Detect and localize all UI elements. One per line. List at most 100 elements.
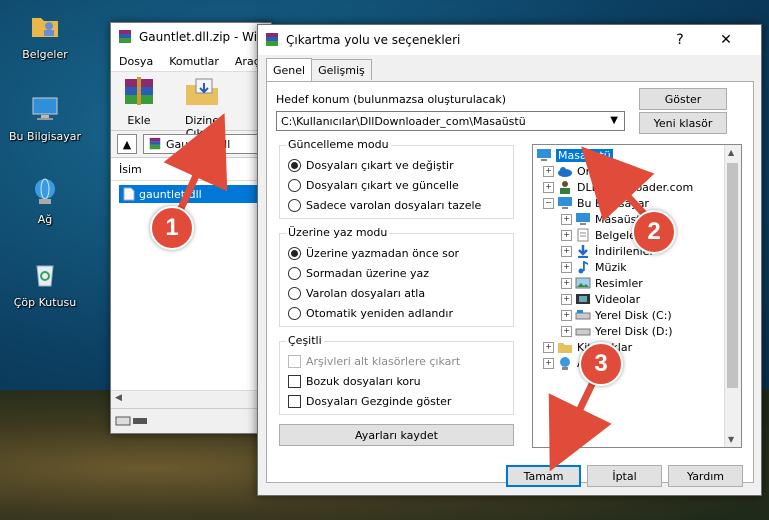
annotation-badge-2: 2 [632, 210, 676, 254]
books-stack-icon [125, 77, 153, 105]
video-icon [576, 294, 590, 304]
winrar-titlebar[interactable]: Gauntlet.dll.zip - Win [111, 23, 271, 51]
tree-item-desktop-root[interactable]: Masaüstü [536, 147, 613, 163]
update-mode-group: Güncelleme modu Dosyaları çıkart ve deği… [279, 138, 514, 219]
ok-button[interactable]: Tamam [506, 465, 581, 487]
network-globe-icon [35, 178, 55, 204]
drive-icon [575, 328, 591, 336]
computer-icon [558, 197, 572, 209]
desktop-icon-recycle-bin[interactable]: Çöp Kutusu [0, 258, 90, 309]
column-name-header[interactable]: İsim [119, 163, 142, 176]
archive-path-text: Gauntlet.dll [166, 137, 231, 151]
desktop-icon-label: Ağ [37, 213, 53, 226]
tab-general[interactable]: Genel [266, 58, 313, 81]
tree-item-onedrive[interactable]: + OneDrive [543, 163, 629, 179]
scroll-up-icon[interactable]: ▲ [728, 148, 734, 157]
chevron-down-icon[interactable]: ▼ [610, 115, 618, 126]
menu-file[interactable]: Dosya [111, 55, 161, 68]
music-icon [578, 261, 588, 274]
tab-advanced[interactable]: Gelişmiş [311, 59, 372, 80]
new-folder-button[interactable]: Yeni klasör [639, 112, 727, 134]
dialog-tabs: Genel Gelişmiş [266, 58, 372, 81]
winrar-statusbar [111, 408, 275, 433]
misc-option-keep-broken[interactable]: Bozuk dosyaları koru [288, 375, 421, 388]
tree-item-pictures[interactable]: + Resimler [561, 275, 643, 291]
desktop-icon-documents[interactable]: Belgeler [0, 10, 90, 61]
close-button[interactable]: ✕ [704, 25, 748, 55]
annotation-badge-1: 1 [150, 206, 194, 250]
file-row-selected[interactable]: gauntlet.dll [119, 185, 263, 203]
scroll-left-icon[interactable]: ◀ [115, 393, 122, 403]
option-label: Üzerine yazmadan önce sor [306, 247, 460, 260]
radio[interactable] [288, 267, 301, 280]
file-name: gauntlet.dll [139, 187, 202, 201]
extract-to-button[interactable]: Dizine Çıkart [167, 72, 237, 140]
tree-item-documents[interactable]: + Belgeler [561, 227, 640, 243]
documents-icon [577, 228, 589, 242]
help-title-button[interactable]: ? [658, 25, 702, 55]
radio[interactable] [288, 199, 301, 212]
overwrite-option-skip[interactable]: Varolan dosyaları atla [288, 287, 425, 300]
option-label: Dosyaları Gezginde göster [306, 395, 452, 408]
tree-item-drive-d[interactable]: + Yerel Disk (D:) [561, 323, 673, 339]
overwrite-option-rename[interactable]: Otomatik yeniden adlandır [288, 307, 453, 320]
network-icon [560, 357, 570, 370]
misc-title: Çeşitli [286, 334, 324, 347]
file-icon [123, 187, 135, 201]
file-list-hscroll[interactable]: ◀ [111, 390, 271, 407]
up-folder-button[interactable]: ▲ [117, 134, 137, 154]
show-button[interactable]: Göster [639, 88, 727, 110]
help-button[interactable]: Yardım [668, 465, 743, 487]
scroll-down-icon[interactable]: ▼ [728, 435, 734, 444]
close-icon: ✕ [720, 32, 732, 48]
winrar-toolbar: Ekle Dizine Çıkart [111, 72, 271, 140]
overwrite-mode-title: Üzerine yaz modu [286, 226, 390, 239]
folder-tree: Masaüstü + OneDrive + DLL Downloader.com… [532, 144, 742, 448]
add-button[interactable]: Ekle [111, 72, 167, 130]
scroll-thumb[interactable] [727, 163, 738, 388]
overwrite-option-no-prompt[interactable]: Sormadan üzerine yaz [288, 267, 429, 280]
desktop-icon-network[interactable]: Ağ [0, 175, 90, 226]
tree-item-user[interactable]: + DLL Downloader.com [543, 179, 693, 195]
desktop-icon-label: Çöp Kutusu [13, 296, 77, 309]
radio[interactable] [288, 287, 301, 300]
archive-icon [149, 137, 161, 150]
tree-item-drive-c[interactable]: + Yerel Disk (C:) [561, 307, 672, 323]
overwrite-mode-group: Üzerine yaz modu Üzerine yazmadan önce s… [279, 226, 514, 327]
update-option-extract-replace[interactable]: Dosyaları çıkart ve değiştir [288, 159, 454, 172]
overwrite-option-ask[interactable]: Üzerine yazmadan önce sor [288, 247, 459, 260]
destination-path-combo[interactable]: C:\Kullanıcılar\DllDownloader_com\Masaüs… [276, 111, 625, 131]
cancel-button[interactable]: İptal [587, 465, 662, 487]
tree-item-music[interactable]: + Müzik [561, 259, 627, 275]
update-mode-title: Güncelleme modu [286, 138, 391, 151]
tree-item-this-pc[interactable]: − Bu Bilgisayar [543, 195, 649, 211]
drive-icon [575, 310, 591, 320]
update-option-extract-update[interactable]: Dosyaları çıkart ve güncelle [288, 179, 459, 192]
checkbox[interactable] [288, 395, 301, 408]
radio[interactable] [288, 307, 301, 320]
file-list-header: İsim [111, 158, 271, 181]
destination-path-value: C:\Kullanıcılar\DllDownloader_com\Masaüs… [281, 114, 526, 128]
checkbox[interactable] [288, 375, 301, 388]
up-arrow-icon: ▲ [122, 137, 132, 151]
archive-path-box[interactable]: Gauntlet.dll [143, 134, 271, 154]
help-icon: ? [676, 32, 684, 48]
winrar-menubar: Dosya Komutlar Araçla [111, 51, 271, 72]
option-label: Bozuk dosyaları koru [306, 375, 421, 388]
dialog-title: Çıkartma yolu ve seçenekleri [286, 33, 461, 47]
radio-selected[interactable] [288, 159, 301, 172]
folder-icon [558, 343, 572, 353]
radio-selected[interactable] [288, 247, 301, 260]
radio[interactable] [288, 179, 301, 192]
extract-dialog: Çıkartma yolu ve seçenekleri ? ✕ Genel G… [257, 24, 762, 496]
misc-option-show-explorer[interactable]: Dosyaları Gezginde göster [288, 395, 451, 408]
dialog-titlebar[interactable]: Çıkartma yolu ve seçenekleri ? ✕ [258, 25, 761, 55]
update-option-fresh-existing[interactable]: Sadece varolan dosyaları tazele [288, 199, 481, 212]
tree-item-videos[interactable]: + Videolar [561, 291, 640, 307]
save-settings-button[interactable]: Ayarları kaydet [279, 424, 514, 446]
recycle-bin-icon [36, 265, 54, 287]
desktop-icon-this-pc[interactable]: Bu Bilgisayar [0, 92, 90, 143]
option-label: Varolan dosyaları atla [306, 287, 426, 300]
folder-tree-vscroll[interactable]: ▲ ▼ [724, 145, 741, 447]
menu-commands[interactable]: Komutlar [161, 55, 227, 68]
